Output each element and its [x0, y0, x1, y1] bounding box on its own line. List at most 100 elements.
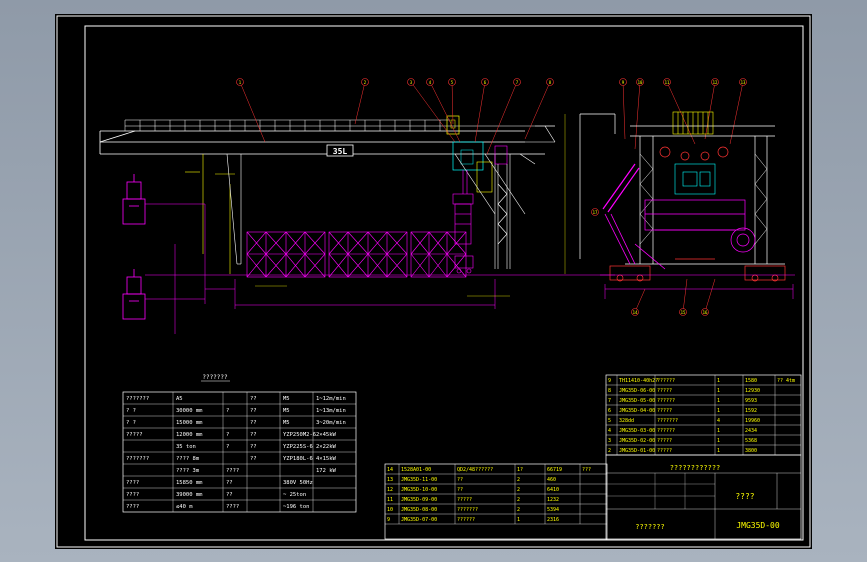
- spec-cell: 3~20m/min: [316, 420, 346, 426]
- balloon-label: 15: [681, 310, 686, 315]
- left-spreader-upper: [122, 174, 146, 225]
- bom-cell: ?????: [457, 497, 472, 503]
- bom-cell: 1580: [745, 378, 757, 384]
- bom-cell: 2: [517, 487, 520, 493]
- spec-cell: ??: [226, 492, 233, 498]
- bom-cell: 328dd: [619, 418, 634, 424]
- bom-cell: ?????: [657, 448, 672, 454]
- bom-cell: ??????: [657, 378, 675, 384]
- bom-cell: ???: [582, 467, 591, 473]
- spec-cell: ~ 25ton: [283, 492, 306, 498]
- balloon: 16: [701, 308, 709, 316]
- spec-cell: ?: [226, 444, 229, 450]
- handrail: [124, 119, 555, 131]
- spec-cell: ??: [250, 456, 257, 462]
- leader-lines: [239, 81, 744, 313]
- bom-cell: 1: [717, 378, 720, 384]
- spec-cell: 15850 mm: [176, 480, 203, 486]
- balloon: 17: [591, 208, 599, 216]
- spec-cell: ? ?: [126, 408, 136, 414]
- bom-cell: JMG35D-10-00: [401, 487, 437, 493]
- bom-cell: 13: [387, 477, 393, 483]
- balloon-label: 12: [713, 80, 718, 85]
- bom-cell: 14: [387, 467, 393, 473]
- side-trolley-top: [672, 111, 714, 135]
- balloon: 10: [636, 78, 644, 86]
- bom-cell: QD2/48??????: [457, 467, 493, 473]
- bom-cell: ??????: [657, 428, 675, 434]
- balloon: 15: [679, 308, 687, 316]
- bom-cell: 1: [717, 448, 720, 454]
- hoist-spreader: [452, 170, 474, 245]
- bom-cell: 2434: [745, 428, 757, 434]
- bom-cell: 460: [547, 477, 556, 483]
- bom-cell: JMG35D-07-00: [401, 517, 437, 523]
- balloon: 13: [739, 78, 747, 86]
- spec-cell: ???????: [126, 396, 149, 402]
- bom-cell: 8: [608, 388, 611, 394]
- spec-table-title: ???????: [202, 374, 228, 381]
- spec-cell: 1~13m/min: [316, 408, 346, 414]
- bom-cell: 11: [387, 497, 393, 503]
- side-spreader: [644, 199, 756, 253]
- bom-cell: 3: [608, 438, 611, 444]
- spec-cell: ?: [226, 408, 229, 414]
- balloon-label: 13: [741, 80, 746, 85]
- balloon: 14: [631, 308, 639, 316]
- spec-cell: 4×15kW: [316, 456, 337, 462]
- bom-cell: 2316: [547, 517, 559, 523]
- spec-cell: ≤40 m: [176, 504, 193, 510]
- balloon: 5: [448, 78, 456, 86]
- bom-cell: 9: [608, 378, 611, 384]
- spec-cell: ????: [126, 480, 139, 486]
- balloon: 11: [663, 78, 671, 86]
- side-elevation: [579, 111, 795, 299]
- balloon: 1: [236, 78, 244, 86]
- spec-cell: A5: [176, 396, 183, 402]
- spec-cell: ??: [250, 396, 257, 402]
- spec-cell: M5: [283, 408, 290, 414]
- spec-cell: ???????: [126, 456, 149, 462]
- spec-cell: 1~12m/min: [316, 396, 346, 402]
- bom-cell: ?????: [657, 408, 672, 414]
- spec-cell: 380V 50Hz: [283, 480, 313, 486]
- balloon: 8: [546, 78, 554, 86]
- title-cell: ????: [735, 492, 754, 501]
- bom-cell: 9: [387, 517, 390, 523]
- spec-cell: 172 kW: [316, 468, 337, 474]
- bom-cell: 2: [517, 507, 520, 513]
- bom-cell: ?????: [657, 438, 672, 444]
- spec-cell: 2×22kW: [316, 444, 337, 450]
- bom-cell: 2: [517, 477, 520, 483]
- spec-cell: M5: [283, 420, 290, 426]
- bom-cell: JMG35D-06-00: [619, 388, 655, 394]
- bom-cell: JMG35D-04-00: [619, 408, 655, 414]
- side-frame: [579, 113, 785, 265]
- side-diagonals: [639, 153, 768, 245]
- bom-cell: ??: [457, 487, 463, 493]
- bom-cell: 1: [517, 517, 520, 523]
- spec-cell: ????: [226, 468, 239, 474]
- bom-cell: 6410: [547, 487, 559, 493]
- spec-cell: ??: [250, 432, 257, 438]
- balloon-label: 17: [593, 210, 598, 215]
- bom-cell: 12930: [745, 388, 760, 394]
- spec-cell: 39000 mm: [176, 492, 203, 498]
- drawing-sheet: 35L ??????? ??????? A5 ?? M5 1~12m/min ?…: [55, 14, 812, 549]
- spec-table: ??????? A5?? M5 1~12m/min? ? 30000 mm??? M5 1~…: [122, 391, 357, 513]
- bom-cell: 5394: [547, 507, 559, 513]
- spec-cell: ???? 8m: [176, 456, 200, 462]
- side-ladder: [602, 163, 640, 213]
- spec-cell: 30000 mm: [176, 408, 203, 414]
- bom-cell: JMG35D-05-00: [619, 398, 655, 404]
- balloon-label: 16: [703, 310, 708, 315]
- spec-cell: 15000 mm: [176, 420, 203, 426]
- company-cell: ???????: [635, 523, 665, 531]
- bom-cell: JMG35D-11-00: [401, 477, 437, 483]
- header-cell: ????????????: [670, 464, 721, 472]
- bom-cell: 1592: [745, 408, 757, 414]
- bom-cell: JMG35D-08-00: [401, 507, 437, 513]
- container-stacks: [246, 231, 467, 278]
- spec-cell: ????: [126, 492, 139, 498]
- spec-cell: ?: [226, 432, 229, 438]
